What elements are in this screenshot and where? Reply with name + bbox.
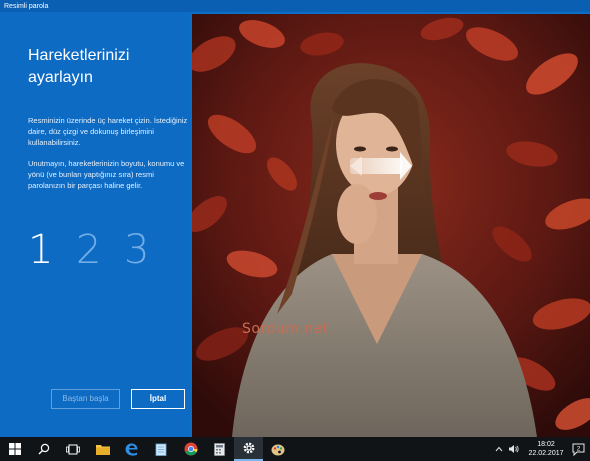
calculator-icon[interactable] [205, 437, 234, 461]
action-center-icon[interactable]: 2 [568, 437, 590, 461]
password-picture[interactable]: Sordum.net [192, 14, 590, 437]
task-view-icon[interactable] [58, 437, 87, 461]
restart-button[interactable]: Baştan başla [51, 389, 120, 409]
file-explorer-icon[interactable] [88, 437, 117, 461]
settings-icon[interactable] [234, 437, 263, 461]
step-2: 2 [76, 227, 102, 273]
step-3: 3 [124, 227, 150, 273]
edge-icon[interactable] [117, 437, 146, 461]
search-icon[interactable] [29, 437, 58, 461]
taskbar-clock[interactable]: 18:02 22.02.2017 [524, 440, 568, 458]
chrome-icon[interactable] [176, 437, 205, 461]
paint-icon[interactable] [263, 437, 292, 461]
clock-date: 22.02.2017 [528, 450, 564, 457]
instructions-paragraph-2: Unutmayın, hareketlerinizin boyutu, konu… [28, 159, 185, 190]
watermark-text: Sordum.net [242, 321, 329, 337]
window-titlebar: Resimli parola [0, 0, 590, 13]
taskbar: 18:02 22.02.2017 2 [0, 437, 590, 461]
notepad-icon[interactable] [146, 437, 175, 461]
windows-start-icon[interactable] [0, 437, 29, 461]
chevron-up-icon[interactable] [492, 437, 506, 461]
system-tray: 18:02 22.02.2017 2 [492, 437, 590, 461]
page-title: Hareketlerinizi ayarlayın [28, 47, 130, 86]
instructions-panel: Hareketlerinizi ayarlayın Resminizin üze… [0, 13, 190, 437]
step-1: 1 [28, 227, 54, 273]
clock-time: 18:02 [537, 441, 555, 448]
cancel-button[interactable]: İptal [131, 389, 185, 409]
window-title: Resimli parola [4, 3, 49, 10]
instructions-paragraph-1: Resminizin üzerinde üç hareket çizin. İs… [28, 116, 188, 147]
portrait-photo-illustration [192, 14, 590, 437]
volume-icon[interactable] [506, 437, 520, 461]
picture-password-window: Resimli parola Hareketlerinizi ayarlayın… [0, 0, 590, 437]
gesture-step-indicator: 1 2 3 [28, 225, 172, 275]
